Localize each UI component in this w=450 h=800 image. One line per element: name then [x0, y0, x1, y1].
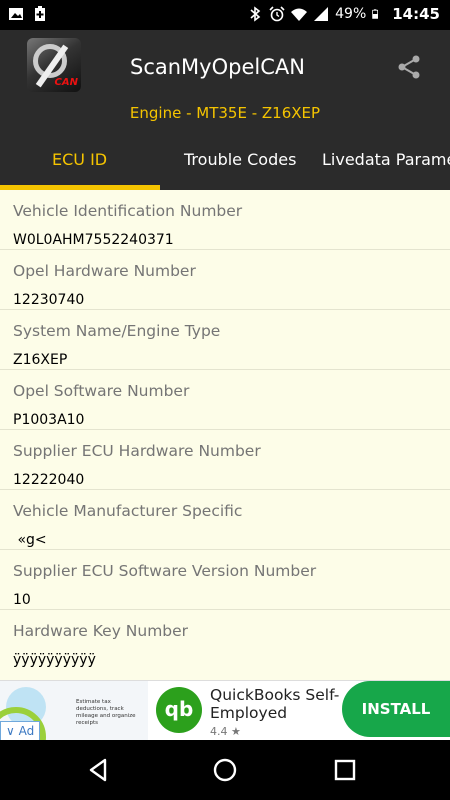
field-value: 12222040 [13, 472, 85, 488]
ad-thumbnail[interactable]: Estimate tax deductions, track mileage a… [0, 681, 148, 741]
field-value: W0L0AHM7552240371 [13, 232, 174, 248]
tab-livedata[interactable]: Livedata Parame [322, 138, 450, 190]
ad-banner[interactable]: Estimate tax deductions, track mileage a… [0, 680, 450, 741]
logo-text: CAN [54, 77, 78, 88]
ad-thumb-text: Estimate tax deductions, track mileage a… [76, 699, 136, 726]
app-header: CAN ScanMyOpelCAN Engine - MT35E - Z16XE… [0, 30, 450, 190]
image-icon [9, 8, 23, 20]
tab-bar: ECU ID Trouble Codes Livedata Parame [0, 138, 450, 190]
app-logo: CAN [27, 38, 81, 92]
ad-badge[interactable]: ∨ Ad [0, 721, 41, 741]
field-value: 10 [13, 592, 31, 608]
list-item: Supplier ECU Hardware Number 12222040 [0, 430, 450, 490]
ad-title[interactable]: QuickBooks Self-Employed [210, 686, 340, 722]
alarm-icon [269, 6, 285, 22]
list-item: System Name/Engine Type Z16XEP [0, 310, 450, 370]
ad-rating: 4.4 ★ [210, 725, 241, 738]
clock: 14:45 [392, 5, 440, 23]
ecu-id-list[interactable]: Vehicle Identification Number W0L0AHM755… [0, 190, 450, 680]
back-icon[interactable] [85, 756, 113, 784]
battery-icon [372, 9, 379, 19]
field-label: System Name/Engine Type [13, 322, 221, 340]
ad-label: Ad [18, 724, 35, 738]
chevron-down-icon: ∨ [6, 724, 15, 738]
field-value: 12230740 [13, 292, 85, 308]
field-label: Opel Hardware Number [13, 262, 196, 280]
field-label: Vehicle Identification Number [13, 202, 243, 220]
list-item: Vehicle Identification Number W0L0AHM755… [0, 190, 450, 250]
field-value: Z16XEP [13, 352, 68, 368]
install-button[interactable]: INSTALL [342, 681, 450, 737]
signal-icon [314, 7, 329, 21]
status-bar: 49% 14:45 [0, 0, 450, 30]
system-nav-bar [0, 740, 450, 800]
bluetooth-icon [250, 6, 261, 22]
field-label: Supplier ECU Software Version Number [13, 562, 317, 580]
ecu-subtitle: Engine - MT35E - Z16XEP [129, 104, 321, 122]
quickbooks-logo-icon[interactable]: qb [156, 687, 202, 733]
list-item: Opel Software Number P1003A10 [0, 370, 450, 430]
battery-percent: 49% [335, 6, 367, 22]
list-item: Opel Hardware Number 12230740 [0, 250, 450, 310]
app-title: ScanMyOpelCAN [130, 55, 305, 79]
recents-icon[interactable] [331, 756, 359, 784]
list-item: Hardware Key Number ÿÿÿÿÿÿÿÿÿÿ [0, 610, 450, 680]
field-label: Vehicle Manufacturer Specific [13, 502, 243, 520]
battery-plus-icon [35, 6, 45, 21]
field-value: P1003A10 [13, 412, 85, 428]
home-icon[interactable] [211, 756, 239, 784]
qb-logo-text: qb [164, 697, 194, 721]
field-value: «g< [13, 532, 47, 548]
share-icon[interactable] [396, 54, 422, 80]
field-label: Hardware Key Number [13, 622, 189, 640]
list-item: Supplier ECU Software Version Number 10 [0, 550, 450, 610]
field-value: ÿÿÿÿÿÿÿÿÿÿ [13, 652, 96, 668]
wifi-icon [291, 8, 308, 21]
list-item: Vehicle Manufacturer Specific «g< [0, 490, 450, 550]
tab-trouble-codes[interactable]: Trouble Codes [184, 138, 296, 190]
field-label: Supplier ECU Hardware Number [13, 442, 261, 460]
field-label: Opel Software Number [13, 382, 190, 400]
tab-ecu-id[interactable]: ECU ID [52, 138, 107, 190]
